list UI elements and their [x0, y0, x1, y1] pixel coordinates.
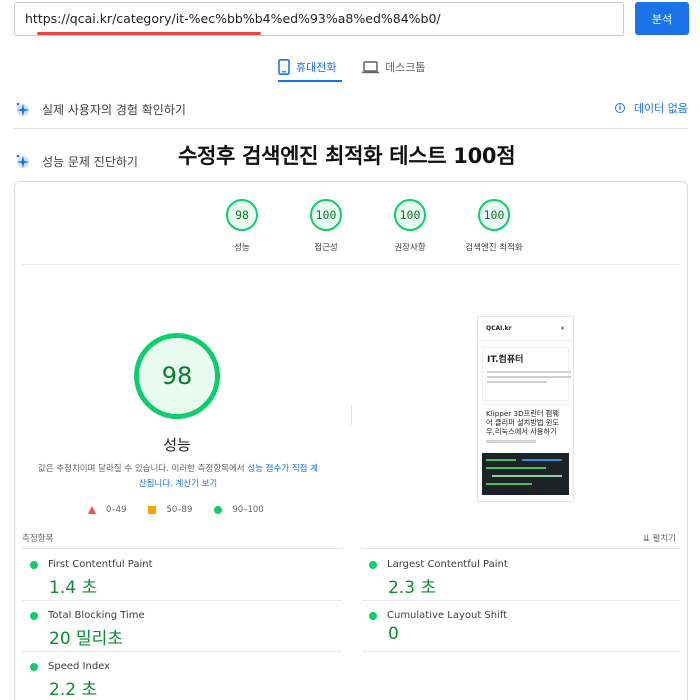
legend-fail-label: 0–49 — [106, 505, 127, 515]
analyze-button[interactable]: 분석 — [635, 2, 689, 35]
metric-value: 20 밀리초 — [49, 629, 123, 649]
pass-dot-icon — [369, 560, 377, 569]
tab-mobile-label: 휴대전화 — [296, 61, 337, 74]
tab-desktop-label: 데스크톱 — [385, 61, 426, 74]
metrics-divider — [362, 548, 680, 549]
metric-name: Largest Contentful Paint — [387, 559, 508, 570]
metric-value: 1.4 초 — [49, 578, 98, 598]
metric-name: Speed Index — [48, 661, 111, 672]
legend-fail: 0–49 — [88, 505, 126, 515]
metric-fcp: First Contentful Paint 1.4 초 — [30, 559, 330, 598]
legend-pass-label: 90–100 — [232, 505, 264, 515]
metrics-divider — [22, 548, 342, 549]
performance-gauge: 98 — [134, 333, 220, 419]
sparkle-icon — [14, 100, 32, 118]
legend-pass: 90–100 — [214, 505, 264, 515]
field-data-label: 실제 사용자의 경험 확인하기 — [42, 102, 186, 117]
square-icon — [148, 506, 157, 514]
pass-dot-icon — [30, 611, 38, 620]
url-highlight-underline — [37, 32, 261, 35]
metric-row-divider — [362, 600, 680, 601]
metric-lcp: Largest Contentful Paint 2.3 초 — [369, 559, 669, 598]
circle-icon — [214, 506, 223, 514]
metric-name: First Contentful Paint — [48, 559, 153, 570]
metric-si: Speed Index 2.2 초 — [30, 661, 330, 700]
triangle-icon — [88, 506, 96, 514]
metric-row-divider — [22, 651, 342, 652]
pass-dot-icon — [30, 560, 38, 569]
legend-average: 50–89 — [148, 505, 192, 515]
metric-name: Cumulative Layout Shift — [387, 610, 508, 621]
active-tab-indicator — [278, 80, 342, 82]
performance-label: 성능 — [163, 436, 191, 454]
metric-tbt: Total Blocking Time 20 밀리초 — [30, 610, 330, 649]
screenshot-post-meta — [486, 440, 536, 443]
metric-row-divider — [362, 651, 680, 652]
metric-value: 2.2 초 — [49, 680, 98, 700]
diagnose-label: 성능 문제 진단하기 — [42, 154, 138, 169]
gauge-seo[interactable]: 100 검색엔진 최적화 — [452, 199, 536, 253]
desktop-icon — [362, 60, 379, 73]
gauge-label: 성능 — [234, 243, 250, 253]
metric-row-divider — [22, 600, 342, 601]
expand-toggle[interactable]: ⇊ 펼치기 — [643, 532, 676, 544]
no-data-label: 데이터 없음 — [633, 102, 688, 115]
metric-value: 0 — [388, 624, 399, 644]
gauge-performance[interactable]: 98 성능 — [200, 199, 284, 253]
gauge-divider — [22, 264, 680, 265]
gauge-score: 100 — [478, 199, 510, 231]
calculator-link[interactable]: 계산기 보기 — [175, 479, 217, 489]
vertical-divider — [351, 405, 352, 425]
url-text: https://qcai.kr/category/it-%ec%bb%b4%ed… — [25, 11, 441, 26]
overlay-caption: 수정후 검색엔진 최적화 테스트 100점 — [178, 144, 516, 168]
gauge-label: 검색엔진 최적화 — [465, 243, 523, 253]
legend-average-label: 50–89 — [166, 505, 193, 515]
no-data-badge: i 데이터 없음 — [614, 100, 688, 116]
smartphone-icon — [278, 59, 290, 75]
screenshot-post: Klipper 3D프린터 펌웨어 클리퍼 설치방법 윈도우,리눅스에서 사용하… — [482, 404, 569, 447]
tab-desktop[interactable]: 데스크톱 — [362, 52, 425, 82]
page-screenshot: QCAI.kr × IT.컴퓨터 Klipper 3D프린터 펌웨어 클리퍼 설… — [477, 316, 574, 502]
gauge-score: 100 — [310, 199, 342, 231]
close-icon: × — [559, 325, 565, 332]
screenshot-text-lines — [487, 371, 571, 383]
url-input[interactable]: https://qcai.kr/category/it-%ec%bb%b4%ed… — [14, 2, 624, 36]
screenshot-header: QCAI.kr × — [478, 317, 573, 341]
gauge-score: 98 — [226, 199, 258, 231]
screenshot-heading: IT.컴퓨터 — [487, 355, 524, 365]
category-gauges: 98 성능 100 접근성 100 권장사항 100 검색엔진 최적화 — [200, 199, 536, 253]
score-note: 값은 추정치이며 달라질 수 있습니다. 이러한 측정항목에서 성능 점수가 직… — [38, 462, 318, 492]
field-data-section[interactable]: 실제 사용자의 경험 확인하기 — [14, 96, 688, 122]
gauge-accessibility[interactable]: 100 접근성 — [284, 199, 368, 253]
tab-mobile[interactable]: 휴대전화 — [278, 52, 336, 82]
pass-dot-icon — [30, 662, 38, 671]
pass-dot-icon — [369, 611, 377, 620]
metrics-section-label: 측정항목 — [22, 534, 54, 544]
screenshot-site-name: QCAI.kr — [486, 325, 512, 332]
gauge-label: 접근성 — [314, 243, 338, 253]
gauge-best-practices[interactable]: 100 권장사항 — [368, 199, 452, 253]
note-text: 값은 추정치이며 달라질 수 있습니다. 이러한 측정항목에서 — [38, 464, 248, 474]
screenshot-post-title: Klipper 3D프린터 펌웨어 클리퍼 설치방법 윈도우,리눅스에서 사용하… — [486, 409, 559, 436]
info-icon: i — [614, 103, 625, 113]
metric-cls: Cumulative Layout Shift 0 — [369, 610, 669, 644]
section-divider — [14, 128, 688, 129]
gauge-label: 권장사항 — [394, 243, 426, 253]
screenshot-post-image — [482, 453, 569, 495]
sparkle-icon — [14, 152, 32, 170]
score-legend: 0–49 50–89 90–100 — [88, 505, 286, 515]
screenshot-category-box: IT.컴퓨터 — [482, 347, 571, 401]
metric-value: 2.3 초 — [388, 578, 437, 598]
gauge-score: 100 — [394, 199, 426, 231]
metric-name: Total Blocking Time — [48, 610, 145, 621]
